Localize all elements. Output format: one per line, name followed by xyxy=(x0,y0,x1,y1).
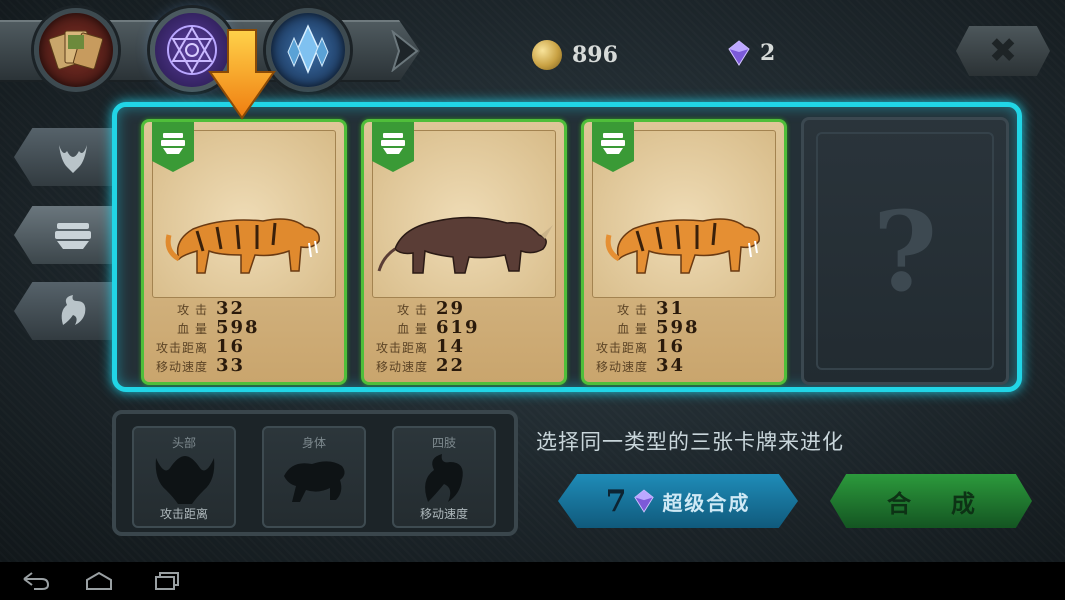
stat-value: 33 xyxy=(216,355,246,376)
stat-label: 攻击距离 xyxy=(375,341,428,355)
stat-speed: 移动速度 34 xyxy=(590,355,780,376)
android-nav-bar xyxy=(0,562,1065,600)
gem-icon xyxy=(634,489,655,513)
stat-label: 攻 击 xyxy=(177,303,208,317)
stat-value: 598 xyxy=(656,317,700,338)
body-silhouette-icon xyxy=(284,461,345,502)
head-icon xyxy=(59,145,87,173)
stat-value: 619 xyxy=(436,317,480,338)
part-bottom-label: 移动速度 xyxy=(419,507,468,521)
side-tab-body[interactable] xyxy=(14,206,116,264)
stat-speed: 移动速度 22 xyxy=(370,355,560,376)
part-top-label: 四肢 xyxy=(431,436,456,450)
stat-value: 22 xyxy=(436,355,466,376)
stat-label: 攻击距离 xyxy=(155,341,208,355)
stat-label: 血 量 xyxy=(397,322,428,336)
close-icon: ✖ xyxy=(988,31,1018,71)
card-slot-1[interactable]: 攻 击 32 血 量 598 攻击距离 16 移动速度 33 xyxy=(141,119,347,385)
tab-cards[interactable] xyxy=(34,8,118,92)
stat-attack: 攻 击 32 xyxy=(150,298,340,319)
recents-icon xyxy=(155,572,179,590)
body-icon xyxy=(601,133,625,154)
stat-speed: 移动速度 33 xyxy=(150,355,340,376)
stat-label: 攻 击 xyxy=(617,303,648,317)
stat-value: 34 xyxy=(656,355,686,376)
stat-range: 攻击距离 14 xyxy=(370,336,560,357)
stat-hp: 血 量 598 xyxy=(150,317,340,338)
part-slot-limbs[interactable]: 四肢 移动速度 xyxy=(392,426,496,528)
side-tab-limb[interactable] xyxy=(14,282,116,340)
super-compose-button[interactable]: 7 超级合成 xyxy=(558,474,798,528)
stat-label: 攻 击 xyxy=(397,303,428,317)
stat-hp: 血 量 619 xyxy=(370,317,560,338)
card-stats: 攻 击 31 血 量 598 攻击距离 16 移动速度 34 xyxy=(590,298,780,376)
stat-label: 血 量 xyxy=(177,322,208,336)
nav-back-button[interactable] xyxy=(18,568,52,594)
card-slot-3[interactable]: 攻 击 31 血 量 598 攻击距离 16 移动速度 34 xyxy=(581,119,787,385)
close-button[interactable]: ✖ xyxy=(956,26,1050,76)
coin-icon xyxy=(532,40,562,70)
body-icon xyxy=(161,133,185,154)
tutorial-arrow-down-icon xyxy=(208,29,276,120)
super-compose-label: 超级合成 xyxy=(662,490,751,515)
tab-crystal[interactable] xyxy=(266,8,350,92)
limbs-silhouette-icon xyxy=(425,454,463,502)
card-stats: 攻 击 32 血 量 598 攻击距离 16 移动速度 33 xyxy=(150,298,340,376)
home-icon xyxy=(86,571,112,590)
part-slot-body[interactable]: 身体 xyxy=(262,426,366,528)
part-bottom-label: 攻击距离 xyxy=(159,507,208,521)
stat-hp: 血 量 598 xyxy=(590,317,780,338)
stat-value: 31 xyxy=(656,298,686,319)
stat-label: 攻击距离 xyxy=(595,341,648,355)
stat-value: 14 xyxy=(436,336,466,357)
back-icon xyxy=(23,572,50,590)
coin-amount: 896 xyxy=(572,42,618,68)
part-top-label: 身体 xyxy=(301,436,326,450)
gem-icon xyxy=(728,40,750,66)
stat-label: 移动速度 xyxy=(595,360,648,374)
nav-home-button[interactable] xyxy=(82,568,116,594)
stat-attack: 攻 击 29 xyxy=(370,298,560,319)
question-mark-icon: ? xyxy=(872,186,938,316)
stat-value: 29 xyxy=(436,298,466,319)
stat-value: 16 xyxy=(656,336,686,357)
part-slot-head[interactable]: 头部 攻击距离 xyxy=(132,426,236,528)
evolution-hint-text: 选择同一类型的三张卡牌来进化 xyxy=(536,430,844,454)
next-category-arrow[interactable] xyxy=(378,28,430,74)
nav-recents-button[interactable] xyxy=(150,568,184,594)
stat-value: 16 xyxy=(216,336,246,357)
gem-counter: 2 xyxy=(728,40,775,66)
stat-label: 移动速度 xyxy=(155,360,208,374)
card-stack-icon xyxy=(48,30,104,70)
head-silhouette-icon xyxy=(155,456,215,504)
crystal-icon xyxy=(287,24,329,74)
game-screen: 896 2 ✖ 攻 击 32 血 量 598 攻击距离 16 移动速度 33 攻… xyxy=(0,0,1065,562)
coin-counter: 896 xyxy=(532,40,618,70)
top-bar: 896 2 ✖ xyxy=(0,6,1065,92)
body-icon xyxy=(381,133,405,154)
compose-button[interactable]: 合成 xyxy=(830,474,1032,528)
body-icon xyxy=(55,223,91,249)
limb-icon xyxy=(61,295,86,325)
stat-attack: 攻 击 31 xyxy=(590,298,780,319)
card-stats: 攻 击 29 血 量 619 攻击距离 14 移动速度 22 xyxy=(370,298,560,376)
stat-value: 598 xyxy=(216,317,260,338)
evolution-card-panel: 攻 击 32 血 量 598 攻击距离 16 移动速度 33 攻 击 29 血 … xyxy=(112,102,1022,392)
stat-range: 攻击距离 16 xyxy=(150,336,340,357)
stat-range: 攻击距离 16 xyxy=(590,336,780,357)
stat-label: 血 量 xyxy=(617,322,648,336)
super-compose-count: 7 xyxy=(605,483,627,519)
part-top-label: 头部 xyxy=(171,436,196,450)
gem-amount: 2 xyxy=(760,40,776,66)
card-slot-2[interactable]: 攻 击 29 血 量 619 攻击距离 14 移动速度 22 xyxy=(361,119,567,385)
body-parts-panel: 头部 攻击距离 身体 四肢 移动速度 xyxy=(112,410,518,536)
stat-label: 移动速度 xyxy=(375,360,428,374)
chevron-right-icon xyxy=(391,30,419,72)
compose-label: 合成 xyxy=(887,489,1015,518)
card-slot-empty[interactable]: ? xyxy=(801,117,1009,385)
stat-value: 32 xyxy=(216,298,246,319)
side-tab-head[interactable] xyxy=(14,128,116,186)
